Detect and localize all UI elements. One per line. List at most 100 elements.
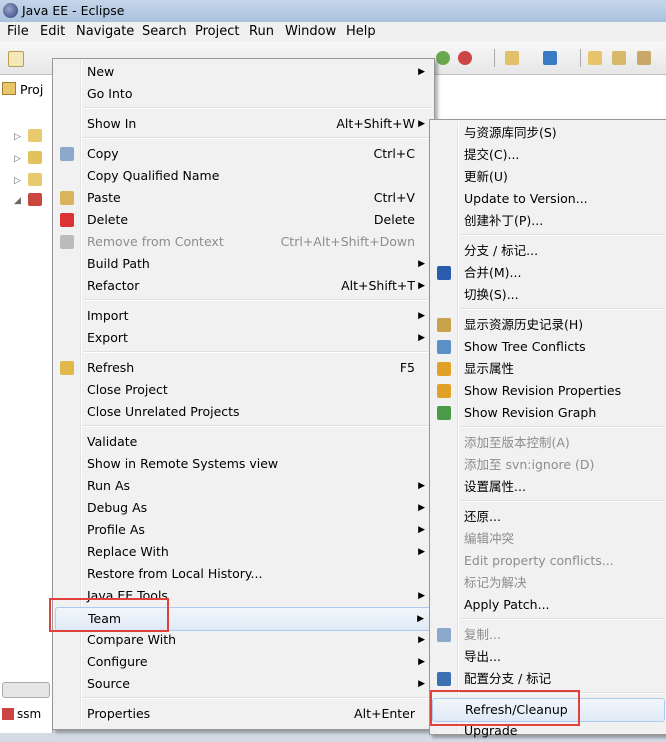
properties-icon xyxy=(437,362,451,376)
submenu-arrow-icon: ▶ xyxy=(417,614,424,624)
project-icon[interactable] xyxy=(28,129,42,142)
team-item-s[interactable]: 切换(S)... xyxy=(432,284,665,306)
menu-item-debug-as[interactable]: Debug As ▶ xyxy=(55,497,432,519)
menu-item-go-into[interactable]: Go Into xyxy=(55,83,432,105)
project-explorer-tab[interactable]: Proj xyxy=(2,82,43,97)
team-item-show-revision-properties[interactable]: Show Revision Properties xyxy=(432,380,665,402)
menu-item-label: 编辑冲突 xyxy=(464,531,515,546)
menu-window[interactable]: Window xyxy=(285,24,336,39)
tree-collapse-icon[interactable]: ◢ xyxy=(14,196,21,206)
menu-item-refresh[interactable]: Refresh F5 xyxy=(55,357,432,379)
menu-item-build-path[interactable]: Build Path ▶ xyxy=(55,253,432,275)
menu-item-replace-with[interactable]: Replace With ▶ xyxy=(55,541,432,563)
new-icon[interactable] xyxy=(8,51,24,67)
menu-item-label: 还原... xyxy=(464,509,501,524)
team-item-edit-property-conflicts[interactable]: Edit property conflicts... xyxy=(432,550,665,572)
menu-item-copy-qualified-name[interactable]: Copy Qualified Name xyxy=(55,165,432,187)
submenu-arrow-icon: ▶ xyxy=(418,119,425,129)
menu-item-label: Remove from Context xyxy=(87,234,224,249)
menu-run[interactable]: Run xyxy=(249,24,274,39)
menu-file[interactable]: File xyxy=(7,24,29,39)
team-item-svn-ignore-d[interactable]: 添加至 svn:ignore (D) xyxy=(432,454,665,476)
menu-item-label: Show Tree Conflicts xyxy=(464,339,586,354)
menu-item-label: Properties xyxy=(87,706,151,721)
menu-item-delete[interactable]: Delete Delete xyxy=(55,209,432,231)
team-item-update-to-version[interactable]: Update to Version... xyxy=(432,188,665,210)
menu-item-compare-with[interactable]: Compare With ▶ xyxy=(55,629,432,651)
menu-search[interactable]: Search xyxy=(142,24,187,39)
menu-navigate[interactable]: Navigate xyxy=(76,24,134,39)
menu-edit[interactable]: Edit xyxy=(40,24,65,39)
tree-conflicts-icon xyxy=(437,340,451,354)
menu-item-refactor[interactable]: Refactor Alt+Shift+T ▶ xyxy=(55,275,432,297)
window-title-bar: Java EE - Eclipse xyxy=(0,0,666,22)
menu-item-accelerator: Ctrl+Alt+Shift+Down xyxy=(280,234,415,249)
team-item-show-revision-graph[interactable]: Show Revision Graph xyxy=(432,402,665,424)
menu-item-copy[interactable]: Copy Ctrl+C xyxy=(55,143,432,165)
menu-item-source[interactable]: Source ▶ xyxy=(55,673,432,695)
open-type-icon[interactable] xyxy=(543,51,557,65)
team-item-m[interactable]: 合并(M)... xyxy=(432,262,665,284)
team-item-p[interactable]: 创建补丁(P)... xyxy=(432,210,665,232)
team-item-a[interactable]: 添加至版本控制(A) xyxy=(432,432,665,454)
new-server-icon[interactable] xyxy=(505,51,519,65)
team-item-item[interactable]: 编辑冲突 xyxy=(432,528,665,550)
menu-item-show-in-remote-systems-view[interactable]: Show in Remote Systems view xyxy=(55,453,432,475)
submenu-arrow-icon: ▶ xyxy=(418,679,425,689)
team-item-s[interactable]: 与资源库同步(S) xyxy=(432,122,665,144)
menu-item-export[interactable]: Export ▶ xyxy=(55,327,432,349)
bottom-view-tab[interactable]: ssm xyxy=(2,707,41,721)
team-item-item[interactable]: 配置分支 / 标记 xyxy=(432,668,665,690)
menu-separator xyxy=(83,299,431,301)
menu-item-close-unrelated-projects[interactable]: Close Unrelated Projects xyxy=(55,401,432,423)
team-item-item[interactable]: 显示属性 xyxy=(432,358,665,380)
team-item-item[interactable]: 分支 / 标记... xyxy=(432,240,665,262)
menu-separator xyxy=(83,697,431,699)
open-folder-icon[interactable] xyxy=(588,51,602,65)
menu-item-show-in[interactable]: Show In Alt+Shift+W ▶ xyxy=(55,113,432,135)
menu-item-label: Refresh xyxy=(87,360,135,375)
team-item-h[interactable]: 显示资源历史记录(H) xyxy=(432,314,665,336)
submenu-arrow-icon: ▶ xyxy=(418,259,425,269)
team-item-apply-patch[interactable]: Apply Patch... xyxy=(432,594,665,616)
menu-item-configure[interactable]: Configure ▶ xyxy=(55,651,432,673)
menu-project[interactable]: Project xyxy=(195,24,239,39)
debug-icon[interactable] xyxy=(458,51,472,65)
refresh-icon xyxy=(60,361,74,375)
team-item-item[interactable]: 还原... xyxy=(432,506,665,528)
tree-expander-icon[interactable]: ▷ xyxy=(14,176,21,186)
menu-item-label: 添加至版本控制(A) xyxy=(464,435,570,450)
menu-item-label: Debug As xyxy=(87,500,148,515)
tree-expander-icon[interactable]: ▷ xyxy=(14,154,21,164)
team-item-show-tree-conflicts[interactable]: Show Tree Conflicts xyxy=(432,336,665,358)
team-item-item[interactable]: 标记为解决 xyxy=(432,572,665,594)
team-item-item[interactable]: 复制... xyxy=(432,624,665,646)
menu-item-label: Paste xyxy=(87,190,121,205)
scrollbar[interactable] xyxy=(2,682,50,698)
team-item-item[interactable]: 设置属性... xyxy=(432,476,665,498)
menu-item-properties[interactable]: Properties Alt+Enter xyxy=(55,703,432,725)
project-error-icon[interactable] xyxy=(28,193,42,206)
menu-item-restore-from-local-history[interactable]: Restore from Local History... xyxy=(55,563,432,585)
tool-icon[interactable] xyxy=(637,51,651,65)
menu-item-new[interactable]: New ▶ xyxy=(55,61,432,83)
build-icon[interactable] xyxy=(612,51,626,65)
project-icon[interactable] xyxy=(28,173,42,186)
menu-item-close-project[interactable]: Close Project xyxy=(55,379,432,401)
menu-help[interactable]: Help xyxy=(346,24,376,39)
team-item-c[interactable]: 提交(C)... xyxy=(432,144,665,166)
menu-item-label: Update to Version... xyxy=(464,191,588,206)
run-icon[interactable] xyxy=(436,51,450,65)
menu-item-profile-as[interactable]: Profile As ▶ xyxy=(55,519,432,541)
menu-item-validate[interactable]: Validate xyxy=(55,431,432,453)
menu-item-paste[interactable]: Paste Ctrl+V xyxy=(55,187,432,209)
menu-item-import[interactable]: Import ▶ xyxy=(55,305,432,327)
tree-expander-icon[interactable]: ▷ xyxy=(14,132,21,142)
menu-item-label: 标记为解决 xyxy=(464,575,527,590)
menu-separator xyxy=(83,425,431,427)
team-item-item[interactable]: 导出... xyxy=(432,646,665,668)
menu-item-run-as[interactable]: Run As ▶ xyxy=(55,475,432,497)
menu-item-remove-from-context[interactable]: Remove from Context Ctrl+Alt+Shift+Down xyxy=(55,231,432,253)
project-icon[interactable] xyxy=(28,151,42,164)
team-item-u[interactable]: 更新(U) xyxy=(432,166,665,188)
